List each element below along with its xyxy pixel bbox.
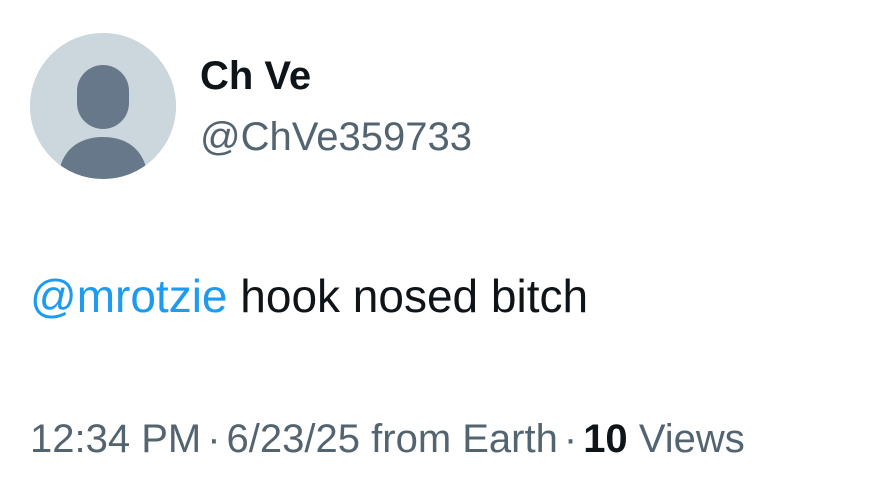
tweet-text: @mrotzie hook nosed bitch [30,268,588,324]
views-label[interactable]: Views [639,417,745,461]
tweet-date[interactable]: 6/23/25 [227,417,360,461]
tweet-time[interactable]: 12:34 PM [30,417,201,461]
tweet-body: hook nosed bitch [227,270,589,322]
tweet-source: from Earth [371,417,558,461]
avatar[interactable] [30,33,176,179]
tweet-card: Ch Ve @ChVe359733 @mrotzie hook nosed bi… [0,0,887,491]
mention-link[interactable]: @mrotzie [30,270,228,322]
default-profile-silhouette-icon [30,33,176,179]
user-handle[interactable]: @ChVe359733 [200,113,472,161]
meta-separator: · [207,417,221,461]
meta-separator: · [563,417,578,461]
display-name[interactable]: Ch Ve [200,52,311,100]
views-count[interactable]: 10 [583,417,628,461]
tweet-meta: 12:34 PM · 6/23/25 from Earth · 10 Views [30,415,745,463]
